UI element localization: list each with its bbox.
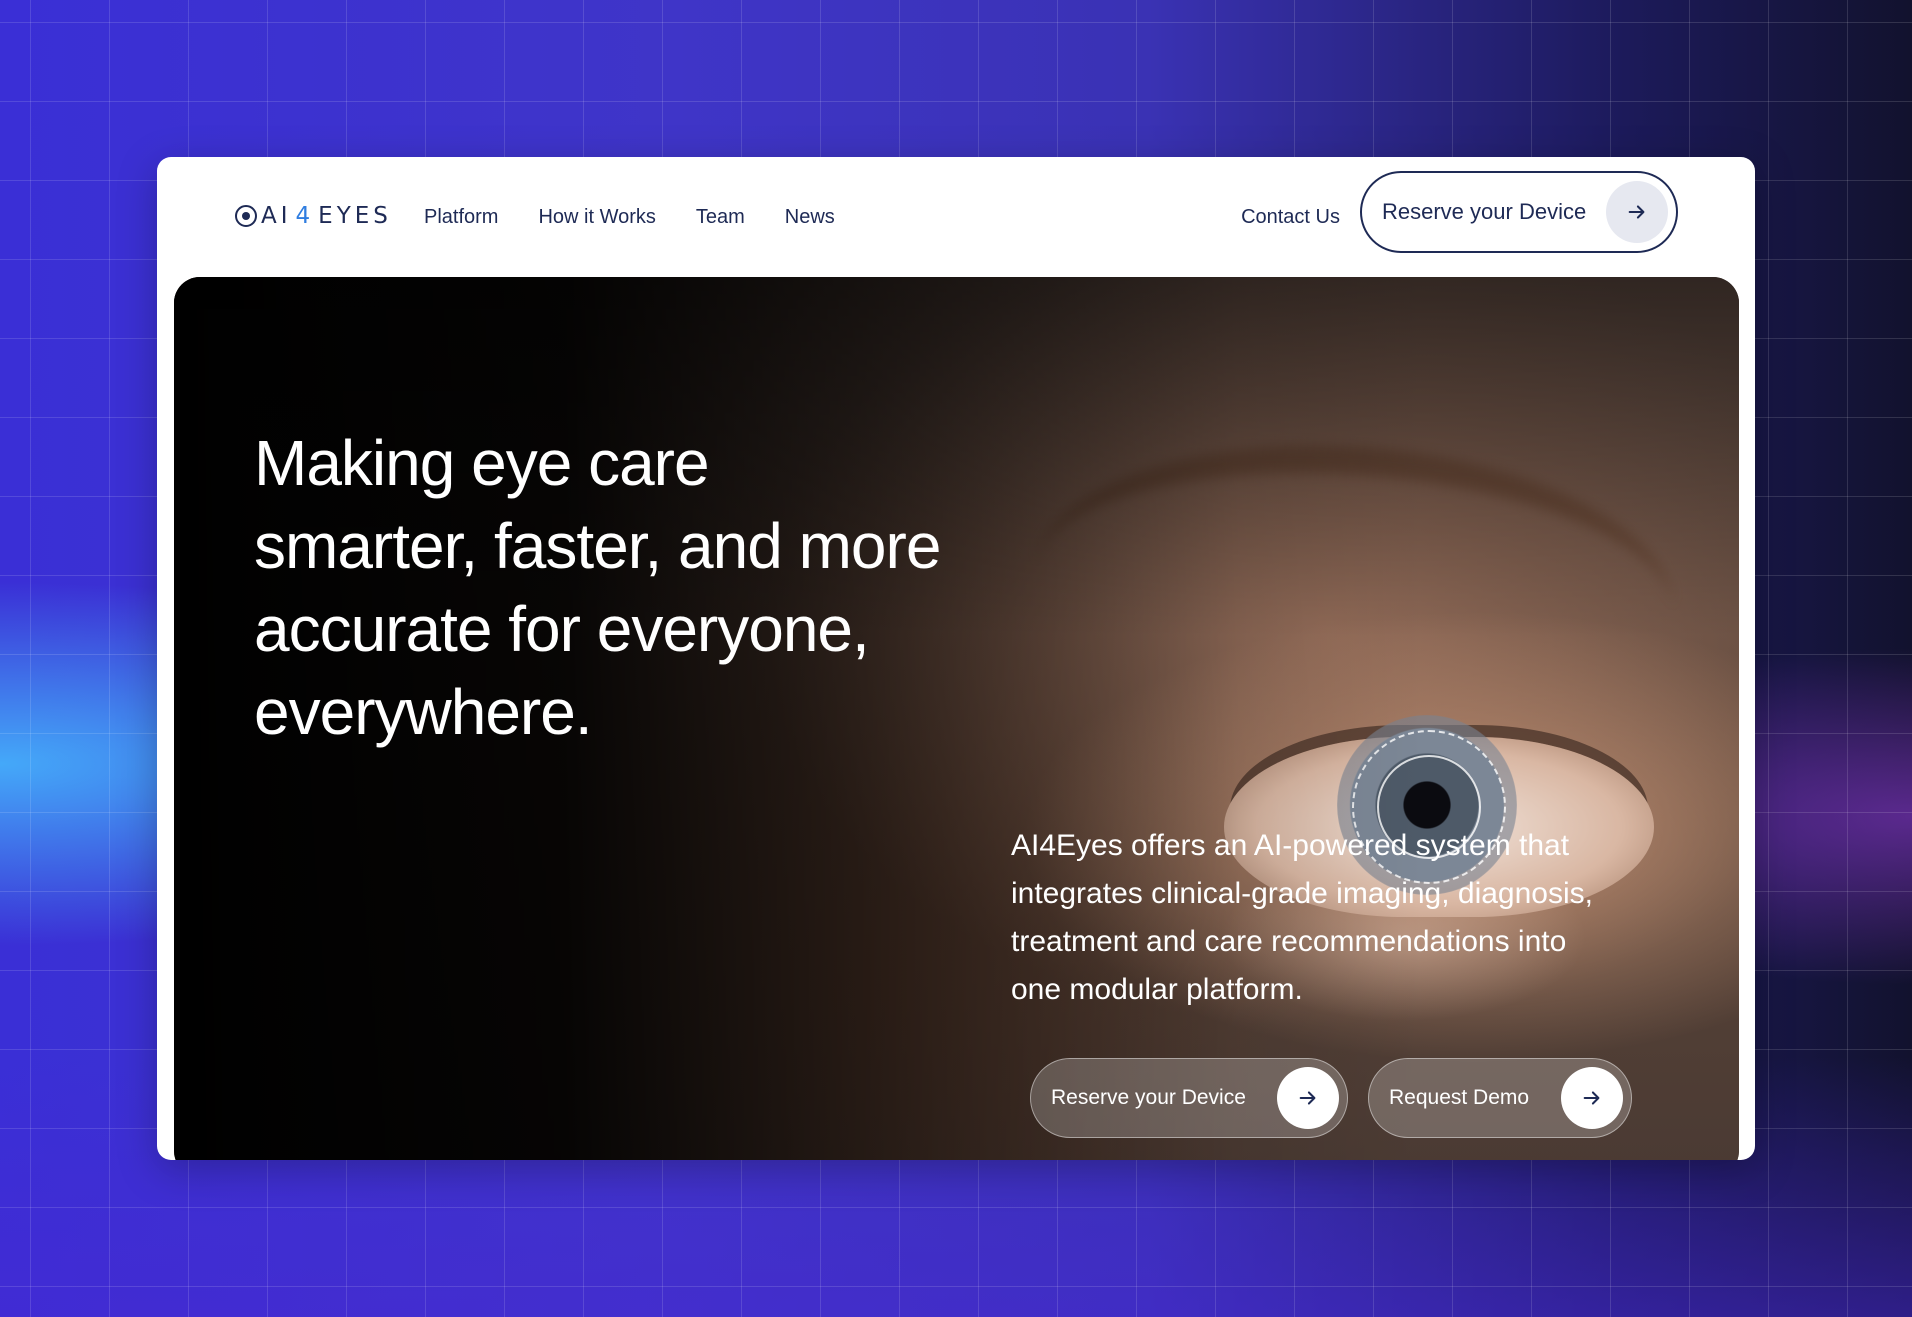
arrow-right-icon	[1606, 181, 1668, 243]
hero-description: AI4Eyes offers an AI-powered system that…	[1011, 822, 1711, 1014]
hero-description-line: treatment and care recommendations into	[1011, 925, 1567, 958]
nav-link-news[interactable]: News	[785, 206, 835, 229]
request-demo-button[interactable]: Request Demo	[1368, 1058, 1632, 1138]
arrow-right-icon	[1277, 1067, 1339, 1129]
request-demo-button-label: Request Demo	[1389, 1086, 1530, 1109]
hero-headline-line: everywhere.	[254, 676, 593, 748]
hero-description-line: one modular platform.	[1011, 973, 1303, 1006]
brand-logo[interactable]: AI 4 EYES	[235, 203, 392, 229]
hero-headline-line: smarter, faster, and more	[254, 510, 941, 582]
nav-link-team[interactable]: Team	[696, 206, 745, 229]
eye-logo-icon	[235, 205, 257, 227]
hero-description-line: AI4Eyes offers an AI-powered system that	[1011, 829, 1570, 862]
hero-headline-line: accurate for everyone,	[254, 593, 870, 665]
logo-text-digit: 4	[295, 203, 315, 229]
nav-link-platform[interactable]: Platform	[424, 206, 498, 229]
reserve-device-button[interactable]: Reserve your Device	[1030, 1058, 1348, 1138]
logo-text-suffix: EYES	[318, 203, 392, 229]
reserve-device-label: Reserve your Device	[1382, 199, 1587, 224]
contact-us-link[interactable]: Contact Us	[1241, 157, 1340, 277]
arrow-right-icon	[1561, 1067, 1623, 1129]
reserve-device-button-label: Reserve your Device	[1051, 1086, 1246, 1109]
hero-headline-line: Making eye care	[254, 427, 710, 499]
hero-description-line: integrates clinical-grade imaging, diagn…	[1011, 877, 1593, 910]
nav-links: Platform How it Works Team News	[424, 157, 835, 277]
top-navigation: AI 4 EYES Platform How it Works Team News …	[157, 157, 1755, 277]
website-window: AI 4 EYES Platform How it Works Team News …	[157, 157, 1755, 1160]
reserve-device-button-header[interactable]: Reserve your Device	[1360, 171, 1678, 253]
logo-text-prefix: AI	[261, 203, 292, 229]
hero-headline: Making eye care smarter, faster, and mor…	[254, 422, 1154, 754]
nav-link-how-it-works[interactable]: How it Works	[538, 206, 655, 229]
hero-section: Making eye care smarter, faster, and mor…	[174, 277, 1739, 1160]
